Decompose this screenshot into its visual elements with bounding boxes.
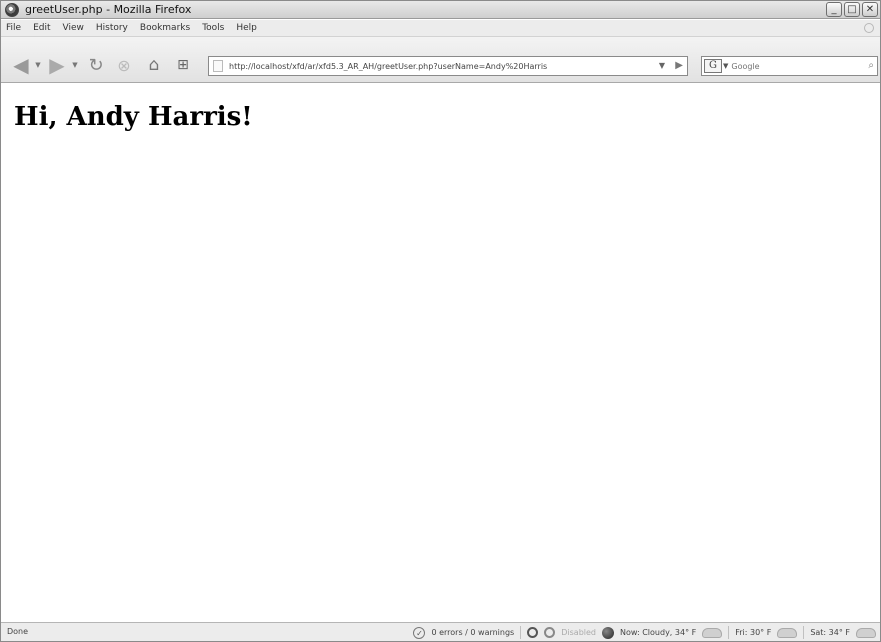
status-bar: Done ✓ 0 errors / 0 warnings Disabled No… (1, 622, 880, 641)
page-content: Hi, Andy Harris! (2, 84, 880, 620)
weather-now[interactable]: Now: Cloudy, 34° F (620, 628, 696, 637)
back-arrow-icon[interactable]: ◀ (9, 53, 33, 77)
menu-file[interactable]: File (1, 23, 27, 33)
go-arrow-icon[interactable]: ▶ (675, 60, 683, 71)
status-separator (803, 626, 805, 639)
cloud-icon (777, 627, 798, 638)
page-icon (213, 60, 223, 72)
forward-arrow-icon[interactable]: ▶ (45, 53, 69, 77)
url-field[interactable]: http://localhost/xfd/ar/xfd5.3_AR_AH/gre… (229, 62, 547, 71)
menu-view[interactable]: View (57, 23, 90, 33)
url-dropdown-icon[interactable]: ▼ (659, 61, 665, 70)
google-icon[interactable]: G (704, 59, 722, 73)
weather-fri[interactable]: Fri: 30° F (735, 628, 771, 637)
search-input[interactable] (731, 61, 852, 71)
check-icon[interactable]: ✓ (413, 626, 426, 639)
status-separator (728, 626, 730, 639)
disabled-label[interactable]: Disabled (561, 628, 596, 637)
window-controls: _ □ ✕ (826, 2, 878, 17)
forward-dropdown-icon[interactable]: ▼ (71, 59, 79, 71)
minimize-button[interactable]: _ (826, 2, 842, 17)
search-magnifier-icon[interactable]: ⌕ (868, 60, 874, 71)
home-icon[interactable]: ⌂ (143, 54, 165, 76)
new-tab-icon[interactable]: ⊞ (172, 54, 194, 76)
menu-bookmarks[interactable]: Bookmarks (134, 23, 196, 33)
page-heading: Hi, Andy Harris! (14, 102, 253, 132)
menu-edit[interactable]: Edit (27, 23, 56, 33)
reload-icon[interactable]: ↻ (85, 54, 107, 76)
addon-ring2-icon[interactable] (544, 627, 556, 638)
cloud-icon (702, 627, 723, 638)
cloud-icon (856, 627, 876, 638)
addon-ring-icon[interactable] (527, 627, 539, 638)
maximize-button[interactable]: □ (844, 2, 860, 17)
errors-warnings[interactable]: 0 errors / 0 warnings (431, 628, 514, 637)
engine-dropdown-icon[interactable]: ▼ (723, 62, 728, 70)
back-dropdown-icon[interactable]: ▼ (34, 59, 42, 71)
status-separator (520, 626, 522, 639)
globe-icon[interactable] (602, 626, 614, 639)
search-bar: G ▼ ⌕ (701, 56, 878, 76)
stop-icon[interactable]: ⊗ (113, 54, 135, 76)
menu-tools[interactable]: Tools (196, 23, 230, 33)
navigation-toolbar: ◀ ▼ ▶ ▼ ↻ ⊗ ⌂ ⊞ http://localhost/xfd/ar/… (1, 37, 880, 83)
close-button[interactable]: ✕ (862, 2, 878, 17)
throbber-icon (864, 23, 874, 33)
weather-sat[interactable]: Sat: 34° F (810, 628, 850, 637)
menu-history[interactable]: History (90, 23, 134, 33)
menu-help[interactable]: Help (230, 23, 263, 33)
status-right: ✓ 0 errors / 0 warnings Disabled Now: Cl… (413, 625, 876, 640)
menu-bar: File Edit View History Bookmarks Tools H… (1, 20, 880, 37)
browser-window: greetUser.php - Mozilla Firefox _ □ ✕ Fi… (0, 0, 881, 642)
status-text: Done (7, 627, 29, 636)
firefox-icon (5, 2, 19, 17)
address-bar[interactable]: http://localhost/xfd/ar/xfd5.3_AR_AH/gre… (208, 56, 688, 76)
window-title: greetUser.php - Mozilla Firefox (25, 3, 192, 16)
title-bar: greetUser.php - Mozilla Firefox _ □ ✕ (1, 1, 880, 19)
